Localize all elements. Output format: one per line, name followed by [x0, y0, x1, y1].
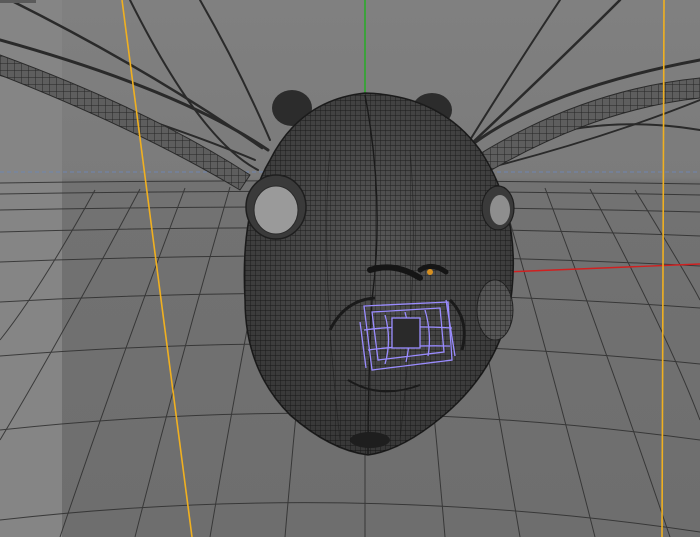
3d-viewport[interactable] — [0, 0, 700, 537]
x-axis-line — [504, 263, 700, 273]
viewport-canvas[interactable] — [0, 0, 700, 537]
left-eye-socket — [245, 174, 307, 240]
camera-guide-right — [661, 0, 665, 537]
right-eye-socket — [481, 185, 515, 231]
head-mesh[interactable] — [243, 92, 515, 456]
right-cheek — [476, 279, 514, 341]
viewport-top-edge — [0, 0, 36, 3]
eye-highlight — [427, 269, 433, 275]
